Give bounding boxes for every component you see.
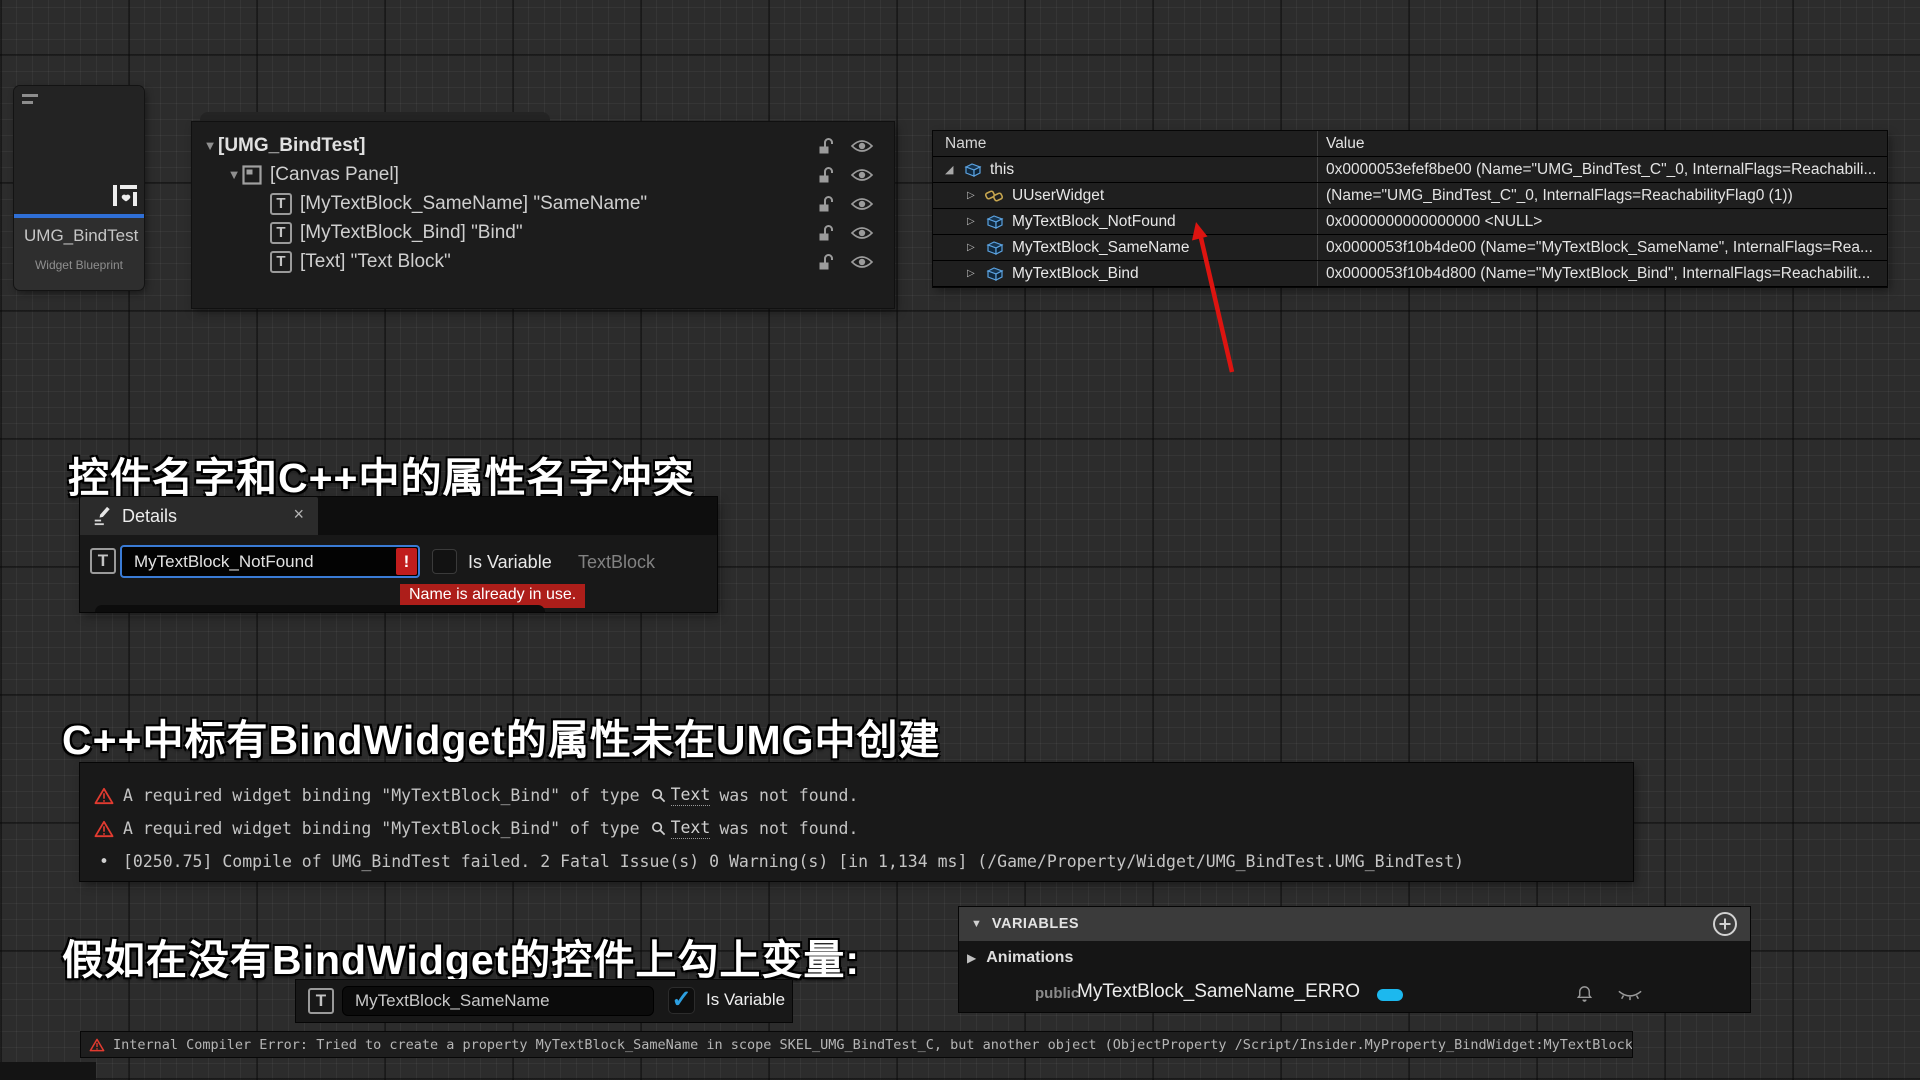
close-icon[interactable]: × [293, 504, 304, 525]
warning-triangle-icon [94, 787, 114, 805]
warning-triangle-icon [94, 820, 114, 838]
compile-log-panel: A required widget binding "MyTextBlock_B… [80, 763, 1633, 881]
hierarchy-row-root[interactable]: ▼ [UMG_BindTest] [192, 131, 894, 160]
blueprint-grid-canvas: UMG_BindTest Widget Blueprint ▼ [UMG_Bin… [0, 0, 1920, 1080]
log-warning-line: A required widget binding "MyTextBlock_B… [94, 812, 1633, 845]
watch-row-uuserwidget[interactable]: ▷ UUserWidget (Name="UMG_BindTest_C"_0, … [933, 183, 1887, 209]
lock-open-icon[interactable] [816, 223, 836, 243]
visibility-eye-icon[interactable] [850, 139, 874, 153]
variables-title: VARIABLES [992, 916, 1079, 932]
hierarchy-row-text[interactable]: T [Text] "Text Block" [192, 247, 894, 276]
widget-name-input[interactable] [120, 545, 420, 578]
textblock-icon: T [90, 548, 116, 574]
visibility-eye-icon[interactable] [850, 168, 874, 182]
is-variable-checkbox-checked[interactable]: ✓ [668, 987, 695, 1014]
watch-collapse-icon[interactable]: ▷ [967, 216, 985, 227]
visibility-eye-icon[interactable] [850, 197, 874, 211]
asset-card-umg-bindtest[interactable]: UMG_BindTest Widget Blueprint [14, 86, 144, 290]
watch-row-samename[interactable]: ▷ MyTextBlock_SameName 0x0000053f10b4de0… [933, 235, 1887, 261]
umg-widget-icon [112, 182, 138, 208]
lock-open-icon[interactable] [816, 252, 836, 272]
visibility-eye-icon[interactable] [850, 226, 874, 240]
variable-name: MyTextBlock_SameName_ERRO [1077, 981, 1360, 1003]
asset-name: UMG_BindTest [14, 218, 144, 246]
watch-collapse-icon[interactable]: ▷ [967, 242, 985, 253]
is-variable-label: Is Variable [706, 990, 785, 1010]
bell-icon[interactable] [1575, 984, 1594, 1003]
textblock-icon: T [270, 251, 292, 273]
watch-row-notfound[interactable]: ▷ MyTextBlock_NotFound 0x000000000000000… [933, 209, 1887, 235]
watch-row-bind[interactable]: ▷ MyTextBlock_Bind 0x0000053f10b4d800 (N… [933, 261, 1887, 287]
hierarchy-row-samename[interactable]: T [MyTextBlock_SameName] "SameName" [192, 189, 894, 218]
variable-row[interactable]: public MyTextBlock_SameName_ERRO [959, 977, 1750, 1011]
hierarchy-row-canvas-panel[interactable]: ▼ [Canvas Panel] [192, 160, 894, 189]
collapse-arrow-icon[interactable]: ▼ [971, 918, 982, 930]
bottom-left-panel-edge [0, 1062, 96, 1080]
variable-type-pill [1377, 989, 1403, 1001]
object-cube-icon [963, 162, 983, 178]
details-tab-label: Details [122, 506, 177, 527]
warning-triangle-icon [89, 1038, 105, 1052]
is-variable-checkbox[interactable] [432, 549, 457, 574]
textblock-icon: T [270, 222, 292, 244]
input-error-badge: ! [396, 548, 417, 575]
class-chain-icon [985, 188, 1005, 204]
bullet-icon: • [94, 852, 114, 871]
search-icon [651, 788, 666, 803]
widget-hierarchy-panel: ▼ [UMG_BindTest] ▼ [Canvas Panel] [192, 122, 894, 308]
object-cube-icon [985, 240, 1005, 256]
visibility-eye-icon[interactable] [850, 255, 874, 269]
log-warning-line: A required widget binding "MyTextBlock_B… [94, 779, 1633, 812]
search-icon [651, 821, 666, 836]
compiler-error-bar: Internal Compiler Error: Tried to create… [80, 1031, 1633, 1058]
asset-thumbnail [14, 86, 144, 214]
text-type-link[interactable]: Text [671, 785, 711, 806]
text-lines-icon [22, 94, 38, 108]
hierarchy-row-bind[interactable]: T [MyTextBlock_Bind] "Bind" [192, 218, 894, 247]
variables-panel: ▼ VARIABLES ▶ Animations public MyTextBl… [959, 907, 1750, 1012]
add-variable-button[interactable] [1712, 911, 1738, 937]
details-panel: Details × T ! Is Variable TextBlock Name… [80, 497, 717, 612]
watch-name-header[interactable]: Name [933, 131, 1318, 156]
expand-arrow-icon[interactable]: ▼ [202, 138, 218, 153]
compiler-error-text: Internal Compiler Error: Tried to create… [113, 1037, 1633, 1053]
canvas-panel-icon [242, 165, 262, 185]
lock-open-icon[interactable] [816, 136, 836, 156]
widget-name-input[interactable] [342, 986, 654, 1016]
heading-bindwidget-not-created: C++中标有BindWidget的属性未在UMG中创建 [62, 706, 941, 766]
debug-watch-panel: Name Value ◢ this 0x0000053efef8be00 (Na… [933, 131, 1887, 287]
pencil-icon [92, 506, 112, 526]
expand-arrow-icon[interactable]: ▼ [226, 167, 242, 182]
next-section-hint [95, 605, 545, 612]
eye-closed-icon[interactable] [1617, 989, 1643, 1001]
variables-header[interactable]: ▼ VARIABLES [959, 907, 1750, 941]
details-tab[interactable]: Details × [80, 497, 318, 535]
watch-value-header[interactable]: Value [1318, 131, 1887, 156]
is-variable-label: Is Variable [468, 552, 552, 573]
lock-open-icon[interactable] [816, 165, 836, 185]
textblock-icon: T [308, 988, 334, 1014]
asset-type-label: Widget Blueprint [14, 258, 144, 272]
text-type-link[interactable]: Text [671, 818, 711, 839]
rename-variable-strip: T ✓ Is Variable [296, 980, 792, 1022]
watch-row-this[interactable]: ◢ this 0x0000053efef8be00 (Name="UMG_Bin… [933, 157, 1887, 183]
watch-expand-icon[interactable]: ◢ [945, 163, 963, 176]
watch-collapse-icon[interactable]: ▷ [967, 268, 985, 279]
textblock-icon: T [270, 193, 292, 215]
heading-is-variable-checked: 假如在没有BindWidget的控件上勾上变量: [62, 926, 860, 986]
watch-collapse-icon[interactable]: ▷ [967, 190, 985, 201]
widget-type-label: TextBlock [578, 552, 655, 573]
visibility-specifier: public [1035, 985, 1079, 1002]
lock-open-icon[interactable] [816, 194, 836, 214]
watch-header-row: Name Value [933, 131, 1887, 157]
log-info-line: • [0250.75] Compile of UMG_BindTest fail… [94, 845, 1633, 878]
object-cube-icon [985, 214, 1005, 230]
expand-arrow-icon[interactable]: ▶ [967, 951, 976, 965]
animations-category-row[interactable]: ▶ Animations [967, 949, 1073, 967]
heading-name-conflict: 控件名字和C++中的属性名字冲突 [68, 444, 695, 504]
object-cube-icon [985, 266, 1005, 282]
